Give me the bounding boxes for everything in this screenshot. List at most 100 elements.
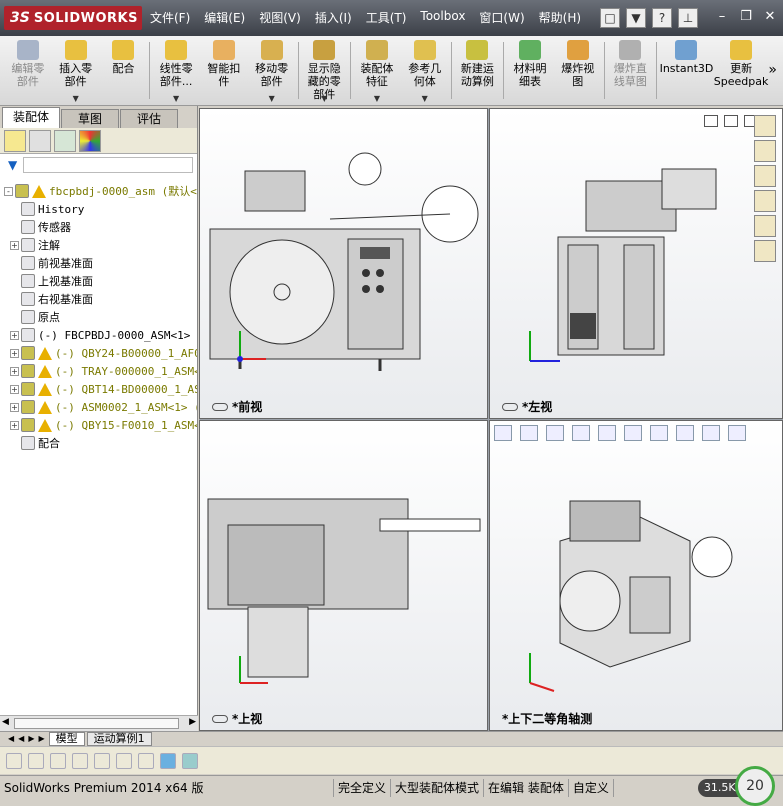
appearance-icon[interactable] [754,215,776,237]
tree-node[interactable]: - fbcpbdj-0000_asm (默认<默认 [4,182,197,200]
toolbar-button-3[interactable]: 线性零 部件... ▼ [152,36,200,105]
section-view-icon[interactable] [572,425,590,441]
iso-viewport[interactable]: *上下二等角轴测 [489,420,783,731]
dropdown-arrow-icon[interactable]: ▼ [321,94,327,103]
expand-icon[interactable]: + [10,240,19,250]
front-viewport[interactable]: *前视 [199,108,488,419]
toolbar-button-0[interactable]: 编辑零 部件 [4,36,52,105]
command-tab-0[interactable]: 装配体 [2,107,60,128]
toolbar-more-icon[interactable]: » [768,62,777,105]
custom-properties-icon[interactable] [754,240,776,262]
filter-icon[interactable]: ▼ [8,158,17,172]
zoom-fit-icon[interactable] [494,425,512,441]
minimize-icon[interactable]: – [712,9,732,27]
tree-node[interactable]: + 注解 [10,236,60,254]
tab-scroll-icon[interactable]: ▶ [28,734,34,743]
hide-show-icon[interactable] [650,425,668,441]
tree-node[interactable]: + (-) ASM0002_1_ASM<1> ( [10,398,197,416]
pin-icon[interactable]: ⊥ [678,8,698,28]
menu-item-3[interactable]: 插入(I) [315,9,352,26]
scroll-thumb[interactable] [14,718,179,729]
new-document-icon[interactable]: □ [600,8,620,28]
toolbar-button-11[interactable]: 爆炸视图 [554,36,602,105]
expand-icon[interactable]: + [10,366,19,376]
view-settings-icon[interactable] [728,425,746,441]
tab-scroll-icon[interactable]: ◀ [18,734,24,743]
close-icon[interactable]: ✕ [760,9,780,27]
relation-icon[interactable] [138,752,154,769]
property-manager-icon[interactable] [29,129,51,152]
toolbar-button-13[interactable]: Instant3D [659,36,714,105]
tree-node[interactable]: + (-) QBT14-BD00000_1_ASM [10,380,197,398]
open-icon[interactable]: ▼ [626,8,646,28]
tree-node[interactable]: + (-) QBY24-B00000_1_AF0_ [10,344,197,362]
menu-item-0[interactable]: 文件(F) [150,9,190,26]
toolbar-button-2[interactable]: 配合 [100,36,148,105]
toolbar-button-6[interactable]: 显示隐 藏的零 部件 ▼ [300,36,348,105]
left-viewport[interactable]: ✕ *左视 [489,108,783,419]
point-icon[interactable] [6,752,22,769]
viewport-link-icon[interactable] [723,115,738,127]
dimension-icon[interactable] [116,752,132,769]
tree-node[interactable]: 配合 [10,434,60,452]
filter-input[interactable] [23,157,193,173]
dropdown-arrow-icon[interactable]: ▼ [374,94,380,103]
folder-icon[interactable] [754,165,776,187]
menu-item-2[interactable]: 视图(V) [259,9,301,26]
home-icon[interactable] [754,115,776,137]
previous-view-icon[interactable] [546,425,564,441]
view-cube-icon[interactable] [182,752,198,769]
trim-icon[interactable] [72,752,88,769]
config-manager-icon[interactable] [54,129,76,152]
expand-icon[interactable]: + [10,402,19,412]
dropdown-arrow-icon[interactable]: ▼ [173,94,179,103]
toolbar-button-8[interactable]: 参考几 何体 ▼ [401,36,449,105]
tree-node[interactable]: + (-) TRAY-000000_1_ASM<1 [10,362,197,380]
apply-scene-icon[interactable] [702,425,720,441]
menu-item-1[interactable]: 编辑(E) [204,9,245,26]
view-orientation-icon[interactable] [598,425,616,441]
tree-node[interactable]: 前视基准面 [10,254,93,272]
library-icon[interactable] [754,140,776,162]
viewport-split-icon[interactable] [703,115,718,127]
toolbar-button-10[interactable]: 材料明 细表 [506,36,554,105]
bottom-tab-1[interactable]: 运动算例1 [86,731,152,746]
expand-icon[interactable]: + [10,384,19,394]
tree-node[interactable]: 上视基准面 [10,272,93,290]
menu-item-5[interactable]: Toolbox [420,9,465,26]
tree-node[interactable]: + (-) FBCPBDJ-0000_ASM<1> ( [10,326,197,344]
display-style-icon[interactable] [624,425,642,441]
zoom-area-icon[interactable] [520,425,538,441]
restore-icon[interactable]: ❐ [736,9,756,27]
expand-icon[interactable]: + [10,330,19,340]
tab-scroll-icon[interactable]: ▶ [38,734,44,743]
tree-node[interactable]: + (-) QBY15-F0010_1_ASM<1 [10,416,197,434]
expand-icon[interactable]: - [4,186,13,196]
toolbar-button-1[interactable]: 插入零 部件 ▼ [52,36,100,105]
top-viewport[interactable]: *上视 [199,420,488,731]
expand-icon[interactable]: + [10,348,19,358]
feature-manager-icon[interactable] [4,129,26,152]
menu-item-4[interactable]: 工具(T) [366,9,407,26]
bottom-tab-0[interactable]: 模型 [48,731,85,746]
toolbar-button-12[interactable]: 爆炸直 线草图 [607,36,655,105]
tree-scrollbar[interactable]: ◀ ▶ [0,715,198,731]
dropdown-arrow-icon[interactable]: ▼ [73,94,79,103]
help-icon[interactable]: ? [652,8,672,28]
solidworks-logo[interactable]: 3S SOLIDWORKS [4,6,142,30]
toolbar-button-7[interactable]: 装配体 特征 ▼ [353,36,401,105]
menu-item-7[interactable]: 帮助(H) [539,9,581,26]
tree-node[interactable]: 传感器 [10,218,71,236]
toolbar-button-14[interactable]: 更新 Speedpak [714,36,769,105]
cube-icon[interactable] [160,752,176,769]
expand-icon[interactable]: + [10,420,19,430]
toolbar-button-4[interactable]: 智能扣件 [200,36,248,105]
scroll-left-icon[interactable]: ◀ [2,717,9,727]
command-tab-2[interactable]: 评估 [120,109,178,128]
display-manager-icon[interactable] [79,129,101,152]
toolbar-button-5[interactable]: 移动零 部件 ▼ [248,36,296,105]
line-icon[interactable] [28,752,44,769]
status-custom[interactable]: 自定义 [569,778,614,797]
command-tab-1[interactable]: 草图 [61,109,119,128]
dropdown-arrow-icon[interactable]: ▼ [269,94,275,103]
